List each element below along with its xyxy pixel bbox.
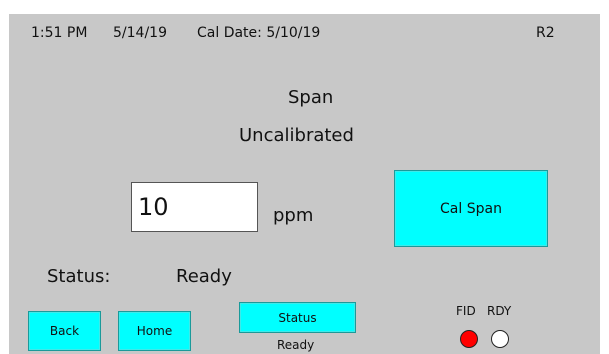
cal-span-button-label: Cal Span (440, 200, 502, 217)
fid-indicator-label: FID (456, 304, 476, 318)
calibration-status-text: Uncalibrated (239, 125, 354, 146)
page-title: Span (288, 87, 334, 108)
home-button-label: Home (136, 324, 173, 338)
fid-indicator-light (460, 330, 478, 348)
revision-label: R2 (536, 25, 555, 41)
rdy-indicator-light (491, 330, 509, 348)
cal-span-button[interactable]: Cal Span (394, 170, 548, 247)
unit-label: ppm (273, 205, 314, 226)
current-date: 5/14/19 (113, 25, 167, 41)
status-value: Ready (176, 266, 232, 287)
status-button-label: Status (278, 310, 317, 325)
concentration-input[interactable]: 10 (131, 182, 258, 232)
status-button-subtext: Ready (277, 338, 315, 352)
concentration-value: 10 (138, 193, 169, 221)
rdy-indicator-label: RDY (487, 304, 512, 318)
calibration-date: Cal Date: 5/10/19 (197, 25, 321, 41)
status-label: Status: (47, 266, 111, 287)
clock-time: 1:51 PM (31, 25, 88, 41)
status-button[interactable]: Status (239, 302, 356, 333)
back-button[interactable]: Back (28, 311, 101, 351)
back-button-label: Back (49, 324, 80, 338)
home-button[interactable]: Home (118, 311, 191, 351)
